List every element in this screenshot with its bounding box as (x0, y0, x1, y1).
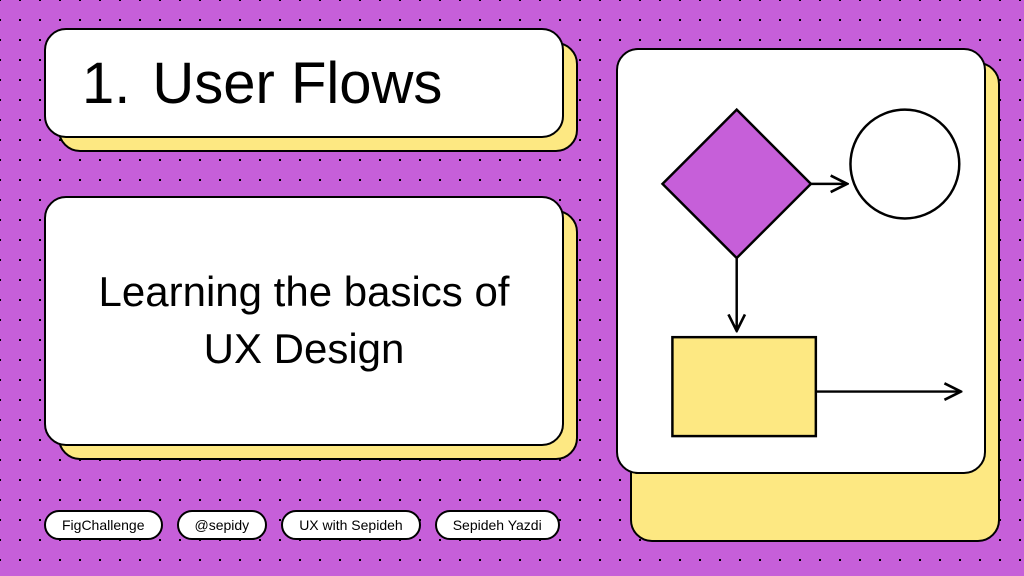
circle-shape (850, 110, 959, 219)
subtitle-text: Learning the basics of UX Design (78, 264, 530, 377)
flowchart-diagram (618, 50, 984, 472)
tag-pill: UX with Sepideh (281, 510, 421, 540)
tags-row: FigChallenge @sepidy UX with Sepideh Sep… (44, 510, 560, 540)
subtitle-card: Learning the basics of UX Design (44, 196, 564, 446)
rectangle-shape (672, 337, 815, 436)
diagram-card (616, 48, 986, 474)
tag-pill: Sepideh Yazdi (435, 510, 560, 540)
tag-pill: @sepidy (177, 510, 268, 540)
diamond-shape (663, 110, 811, 258)
title-number: 1. (82, 50, 130, 117)
tag-pill: FigChallenge (44, 510, 163, 540)
title-card: 1. User Flows (44, 28, 564, 138)
title-text: User Flows (152, 50, 442, 117)
